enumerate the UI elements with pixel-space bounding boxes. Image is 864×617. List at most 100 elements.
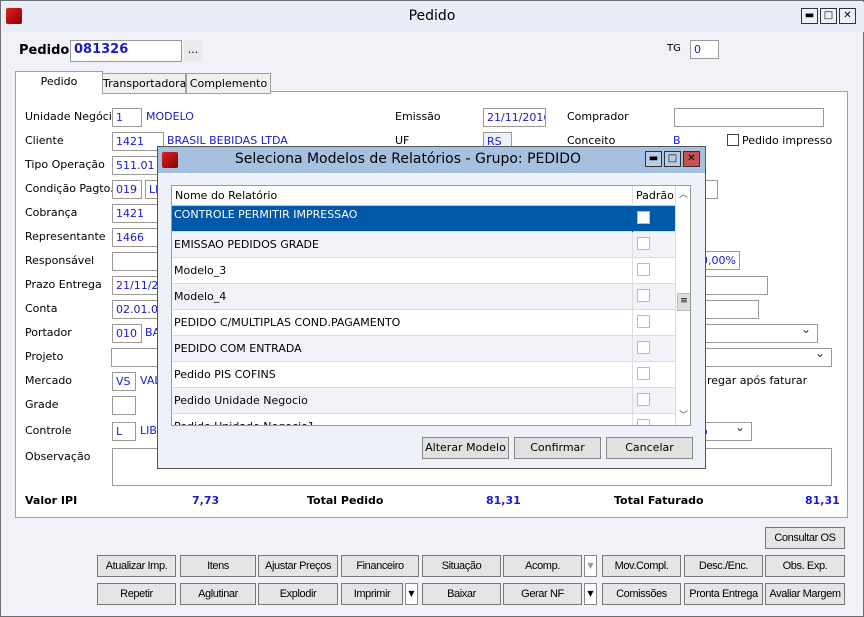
report-name: PEDIDO COM ENTRADA xyxy=(174,342,302,355)
report-grid: Nome do Relatório Padrão CONTROLE PERMIT… xyxy=(171,185,691,426)
prazo-label: Prazo Entrega xyxy=(25,278,102,291)
controle-input[interactable]: L xyxy=(112,422,136,441)
padrao-checkbox[interactable] xyxy=(637,393,650,406)
padrao-checkbox[interactable] xyxy=(637,367,650,380)
pedido-impresso-checkbox[interactable] xyxy=(727,134,739,146)
report-row[interactable]: PEDIDO C/MULTIPLAS COND.PAGAMENTO xyxy=(172,310,675,336)
report-row[interactable]: Pedido PIS COFINS xyxy=(172,362,675,388)
col-header-nome[interactable]: Nome do Relatório xyxy=(175,189,277,202)
pedido-lookup-button[interactable]: ... xyxy=(184,40,202,62)
dialog-minimize-button[interactable]: ▬ xyxy=(645,151,662,167)
padrao-checkbox[interactable] xyxy=(637,263,650,276)
report-row[interactable]: CONTROLE PERMITIR IMPRESSAO xyxy=(172,206,675,232)
mercado-input[interactable]: VS xyxy=(112,372,136,391)
repetir-button[interactable]: Repetir xyxy=(97,583,176,605)
pedido-number-input[interactable]: 081326 xyxy=(70,40,182,62)
acomp-button[interactable]: Acomp. xyxy=(503,555,582,577)
alterar-modelo-button[interactable]: Alterar Modelo xyxy=(422,437,509,459)
situa-o-button[interactable]: Situação xyxy=(422,555,501,577)
projeto-input[interactable] xyxy=(111,348,161,367)
comprador-input[interactable] xyxy=(674,108,824,127)
conta-label: Conta xyxy=(25,302,58,315)
responsavel-input[interactable] xyxy=(112,252,162,271)
ajustar-pre-os-button[interactable]: Ajustar Preços xyxy=(258,555,338,577)
gerar-nf-dropdown-arrow-icon[interactable]: ▼ xyxy=(584,583,597,605)
comiss-es-button[interactable]: Comissões xyxy=(602,583,681,605)
report-name: Pedido Unidade Negocio1 xyxy=(174,420,315,425)
report-row[interactable]: Pedido Unidade Negocio1 xyxy=(172,414,675,425)
tipo-operacao-input[interactable]: 511.01 xyxy=(112,156,162,175)
dialog-title: Seleciona Modelos de Relatórios - Grupo:… xyxy=(234,151,582,167)
grade-input[interactable] xyxy=(112,396,136,415)
portador-input[interactable]: 010 xyxy=(112,324,142,343)
report-row[interactable]: PEDIDO COM ENTRADA xyxy=(172,336,675,362)
col-header-padrao[interactable]: Padrão xyxy=(636,189,674,202)
total-faturado-value: 81,31 xyxy=(805,494,840,507)
imprimir-dropdown-arrow-icon[interactable]: ▼ xyxy=(405,583,418,605)
padrao-checkbox[interactable] xyxy=(637,237,650,250)
scroll-up-icon[interactable]: ︿ xyxy=(679,187,688,200)
cobranca-input[interactable]: 1421 xyxy=(112,204,162,223)
atualizar-imp-button[interactable]: Atualizar Imp. xyxy=(97,555,176,577)
portador-label: Portador xyxy=(25,326,72,339)
dialog-maximize-button[interactable]: □ xyxy=(664,151,681,167)
cancelar-button[interactable]: Cancelar xyxy=(606,437,693,459)
desc-enc-button[interactable]: Desc./Enc. xyxy=(684,555,763,577)
imprimir-button[interactable]: Imprimir xyxy=(341,583,403,605)
select-2[interactable] xyxy=(690,348,832,367)
financeiro-button[interactable]: Financeiro xyxy=(341,555,419,577)
confirmar-button[interactable]: Confirmar xyxy=(514,437,601,459)
report-name: EMISSAO PEDIDOS GRADE xyxy=(174,238,319,251)
observacao-label: Observação xyxy=(25,450,91,463)
avaliar-margem-button[interactable]: Avaliar Margem xyxy=(765,583,845,605)
gerar-nf-button[interactable]: Gerar NF xyxy=(503,583,582,605)
itens-button[interactable]: Itens xyxy=(180,555,256,577)
obs-exp-button[interactable]: Obs. Exp. xyxy=(765,555,845,577)
representante-label: Representante xyxy=(25,230,106,243)
maximize-button[interactable]: □ xyxy=(820,8,837,24)
comprador-label: Comprador xyxy=(567,110,629,123)
padrao-checkbox[interactable] xyxy=(637,341,650,354)
pronta-entrega-button[interactable]: Pronta Entrega xyxy=(684,583,763,605)
report-row[interactable]: Modelo_3 xyxy=(172,258,675,284)
window-title: Pedido xyxy=(408,8,456,24)
unidade-input[interactable]: 1 xyxy=(112,108,142,127)
conta-input[interactable]: 02.01.01 xyxy=(112,300,162,319)
grade-label: Grade xyxy=(25,398,59,411)
cobranca-label: Cobrança xyxy=(25,206,78,219)
valor-ipi-value: 7,73 xyxy=(192,494,220,507)
padrao-checkbox[interactable] xyxy=(637,289,650,302)
acomp-dropdown-arrow-icon[interactable]: ▼ xyxy=(584,555,597,577)
prazo-input[interactable]: 21/11/20 xyxy=(112,276,162,295)
consultar-os-button[interactable]: Consultar OS xyxy=(765,527,845,549)
minimize-button[interactable]: ▬ xyxy=(801,8,818,24)
mov-compl-button[interactable]: Mov.Compl. xyxy=(602,555,681,577)
report-row[interactable]: Modelo_4 xyxy=(172,284,675,310)
representante-input[interactable]: 1466 xyxy=(112,228,162,247)
valor-ipi-label: Valor IPI xyxy=(25,494,78,507)
scroll-down-icon[interactable]: ﹀ xyxy=(679,408,688,421)
baixar-button[interactable]: Baixar xyxy=(422,583,501,605)
report-row[interactable]: Pedido Unidade Negocio xyxy=(172,388,675,414)
dialog-close-button[interactable]: ✕ xyxy=(683,151,700,167)
report-name: Modelo_4 xyxy=(174,290,227,303)
condicao-input[interactable]: 019 xyxy=(112,180,142,199)
close-button[interactable]: ✕ xyxy=(839,8,856,24)
tg-input[interactable]: 0 xyxy=(690,40,719,59)
emissao-input[interactable]: 21/11/2016 xyxy=(483,108,546,127)
tab-pedido[interactable]: Pedido xyxy=(15,71,103,93)
tab-complemento[interactable]: Complemento xyxy=(186,73,271,94)
grid-scrollbar[interactable]: ︿ ≡ ﹀ xyxy=(675,186,690,425)
report-name: PEDIDO C/MULTIPLAS COND.PAGAMENTO xyxy=(174,316,401,329)
scroll-thumb[interactable]: ≡ xyxy=(677,293,690,311)
padrao-checkbox[interactable] xyxy=(637,315,650,328)
tab-transportadora[interactable]: Transportadora xyxy=(102,73,186,94)
explodir-button[interactable]: Explodir xyxy=(258,583,338,605)
controle-desc: LIB xyxy=(140,424,157,437)
condicao-label: Condição Pagto. xyxy=(25,182,114,195)
report-row[interactable]: EMISSAO PEDIDOS GRADE xyxy=(172,232,675,258)
padrao-checkbox[interactable] xyxy=(637,419,650,425)
padrao-checkbox[interactable] xyxy=(637,211,650,224)
aglutinar-button[interactable]: Aglutinar xyxy=(180,583,256,605)
select-1[interactable]: al xyxy=(690,324,818,343)
